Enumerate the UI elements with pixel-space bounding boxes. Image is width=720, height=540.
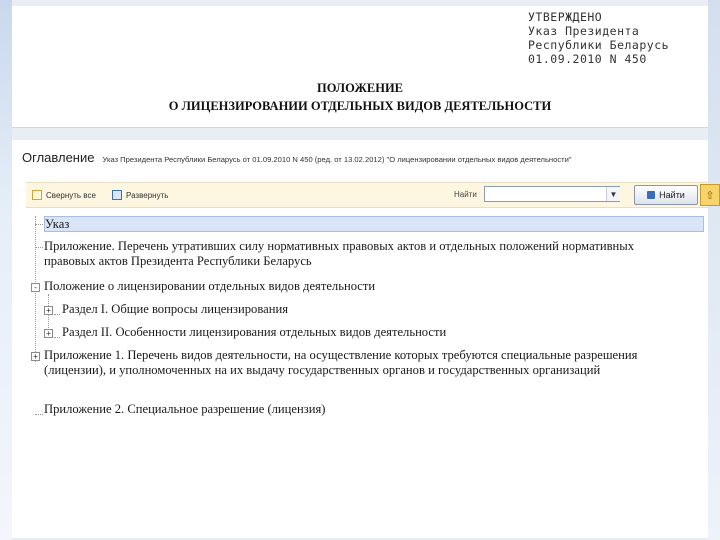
collapse-all-button[interactable]: Свернуть все xyxy=(32,189,96,201)
expand-button[interactable]: Развернуть xyxy=(112,189,168,201)
document-title-line1: ПОЛОЖЕНИЕ xyxy=(316,81,404,95)
toc-label: Оглавление xyxy=(22,150,95,165)
approval-stamp: УТВЕРЖДЕНО Указ Президента Республики Бе… xyxy=(528,10,669,66)
document-header-image: УТВЕРЖДЕНО Указ Президента Республики Бе… xyxy=(12,6,708,128)
find-icon xyxy=(647,191,656,199)
tree-item-label: Указ xyxy=(45,217,70,231)
tree-item-regulation[interactable]: Положение о лицензировании отдельных вид… xyxy=(44,279,684,294)
tree-item-label: Приложение 1. Перечень видов деятельност… xyxy=(44,348,638,377)
tree-item-label: Раздел I. Общие вопросы лицензирования xyxy=(62,302,288,316)
approval-line: УТВЕРЖДЕНО xyxy=(528,10,603,24)
chevron-down-icon[interactable]: ▼ xyxy=(606,187,620,201)
tree-item-annex-1[interactable]: Приложение 1. Перечень видов деятельност… xyxy=(44,348,684,377)
tree-item-label: Приложение. Перечень утративших силу нор… xyxy=(44,239,635,268)
tree-connector xyxy=(35,224,43,225)
plus-icon[interactable]: + xyxy=(31,352,40,361)
plus-icon[interactable]: + xyxy=(44,329,53,338)
toc-toolbar: Свернуть все Развернуть Найти ▼ Найти ⇧ xyxy=(26,182,720,208)
tree-connector xyxy=(35,247,43,248)
approval-line: Указ Президента xyxy=(528,24,640,38)
plus-icon[interactable]: + xyxy=(44,306,53,315)
find-field-label: Найти xyxy=(454,190,477,199)
background-left-gradient xyxy=(0,0,12,540)
find-button-label: Найти xyxy=(659,190,685,200)
expand-icon xyxy=(112,190,122,200)
tree-item-label: Приложение 2. Специальное разрешение (ли… xyxy=(44,402,326,416)
find-input[interactable] xyxy=(484,186,620,202)
tree-item-section-2[interactable]: Раздел II. Особенности лицензирования от… xyxy=(62,325,682,340)
tree-connector xyxy=(54,337,60,338)
tree-item-section-1[interactable]: Раздел I. Общие вопросы лицензирования xyxy=(62,302,682,317)
toc-viewer-panel: Оглавление Указ Президента Республики Бе… xyxy=(12,140,720,538)
approval-line: 01.09.2010 N 450 xyxy=(528,52,647,66)
minus-icon[interactable]: - xyxy=(31,283,40,292)
background-right-gradient xyxy=(708,0,720,540)
tree-item-label: Раздел II. Особенности лицензирования от… xyxy=(62,325,447,339)
tree-item-annex-2[interactable]: Приложение 2. Специальное разрешение (ли… xyxy=(44,402,684,417)
decree-title: Указ Президента Республики Беларусь от 0… xyxy=(102,155,572,164)
approval-line: Республики Беларусь xyxy=(528,38,670,52)
document-title-line2: О ЛИЦЕНЗИРОВАНИИ ОТДЕЛЬНЫХ ВИДОВ ДЕЯТЕЛЬ… xyxy=(168,99,552,113)
tree-connector xyxy=(35,414,43,415)
collapse-all-label: Свернуть все xyxy=(46,190,96,200)
expand-label: Развернуть xyxy=(126,190,169,200)
collapse-all-icon xyxy=(32,190,42,200)
tree-item-label: Положение о лицензировании отдельных вид… xyxy=(44,279,376,293)
tree-item-ukaz[interactable]: Указ xyxy=(44,216,704,232)
tree-connector xyxy=(54,314,60,315)
find-button[interactable]: Найти xyxy=(634,185,698,205)
arrow-up-icon[interactable]: ⇧ xyxy=(700,184,720,206)
tree-item-annex[interactable]: Приложение. Перечень утративших силу нор… xyxy=(44,239,674,268)
toc-header: Оглавление Указ Президента Республики Бе… xyxy=(22,150,702,170)
